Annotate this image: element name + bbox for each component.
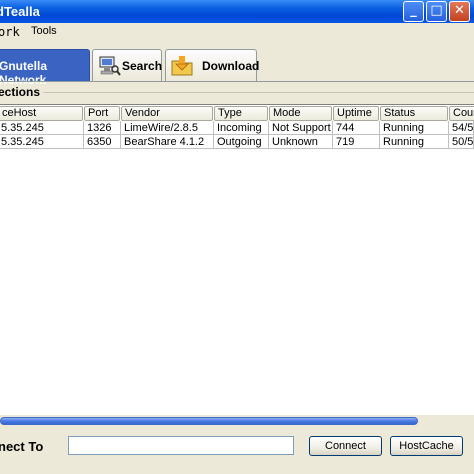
connections-table[interactable]: ceHost Port Vendor Type Mode Uptime Stat… [0, 104, 474, 415]
tab-gnutella-network[interactable]: Gnutella Network [0, 49, 90, 87]
connect-to-label: nect To [0, 439, 44, 454]
cell-port: 1326 [84, 121, 121, 135]
cell-count: 50/55 [449, 135, 474, 149]
tab-download[interactable]: Download [165, 49, 260, 81]
cell-port: 6350 [84, 135, 121, 149]
maximize-button[interactable]: □ [426, 1, 447, 22]
close-button[interactable]: ✕ [449, 1, 470, 22]
column-header-type[interactable]: Type [214, 106, 268, 121]
connections-title: ections [0, 85, 44, 99]
window-title: dTealla [0, 4, 40, 19]
cell-host: 5.35.245 [0, 121, 84, 135]
search-computer-icon [99, 56, 121, 76]
hostcache-button[interactable]: HostCache [390, 436, 463, 456]
tab-label: Download [202, 59, 260, 73]
cell-mode: Not Support [269, 121, 333, 135]
close-icon: ✕ [454, 3, 465, 18]
cell-status: Running [380, 135, 449, 149]
column-header-mode[interactable]: Mode [269, 106, 332, 121]
cell-status: Running [380, 121, 449, 135]
cell-vendor: LimeWire/2.8.5 [121, 121, 214, 135]
menu-bar: ork Tools [0, 23, 474, 41]
column-header-count[interactable]: Coun [449, 106, 474, 121]
column-header-status[interactable]: Status [380, 106, 448, 121]
cell-count: 54/5 [449, 121, 474, 135]
title-bar: dTealla _ □ ✕ [0, 0, 474, 23]
menu-tools[interactable]: Tools [31, 25, 57, 37]
menu-network[interactable]: ork [0, 25, 20, 39]
group-divider [0, 92, 474, 93]
tab-search[interactable]: Search [92, 49, 162, 81]
minimize-icon: _ [410, 3, 417, 18]
column-header-vendor[interactable]: Vendor [121, 106, 213, 121]
cell-mode: Unknown [269, 135, 333, 149]
cell-type: Incoming [214, 121, 269, 135]
connect-host-input[interactable] [68, 436, 294, 455]
minimize-button[interactable]: _ [403, 1, 424, 22]
column-header-port[interactable]: Port [84, 106, 120, 121]
tab-panel-border [0, 81, 474, 82]
download-folder-icon [171, 56, 193, 76]
cell-uptime: 744 [333, 121, 380, 135]
cell-host: 5.35.245 [0, 135, 84, 149]
column-header-host[interactable]: ceHost [0, 106, 83, 121]
cell-uptime: 719 [333, 135, 380, 149]
tab-label: Search [122, 59, 163, 73]
horizontal-scrollbar[interactable] [0, 417, 418, 425]
cell-vendor: BearShare 4.1.2 [121, 135, 214, 149]
connect-button[interactable]: Connect [309, 436, 382, 456]
column-header-uptime[interactable]: Uptime [333, 106, 379, 121]
tab-label: Gnutella Network [0, 59, 48, 87]
restore-icon: □ [430, 3, 443, 18]
cell-type: Outgoing [214, 135, 269, 149]
